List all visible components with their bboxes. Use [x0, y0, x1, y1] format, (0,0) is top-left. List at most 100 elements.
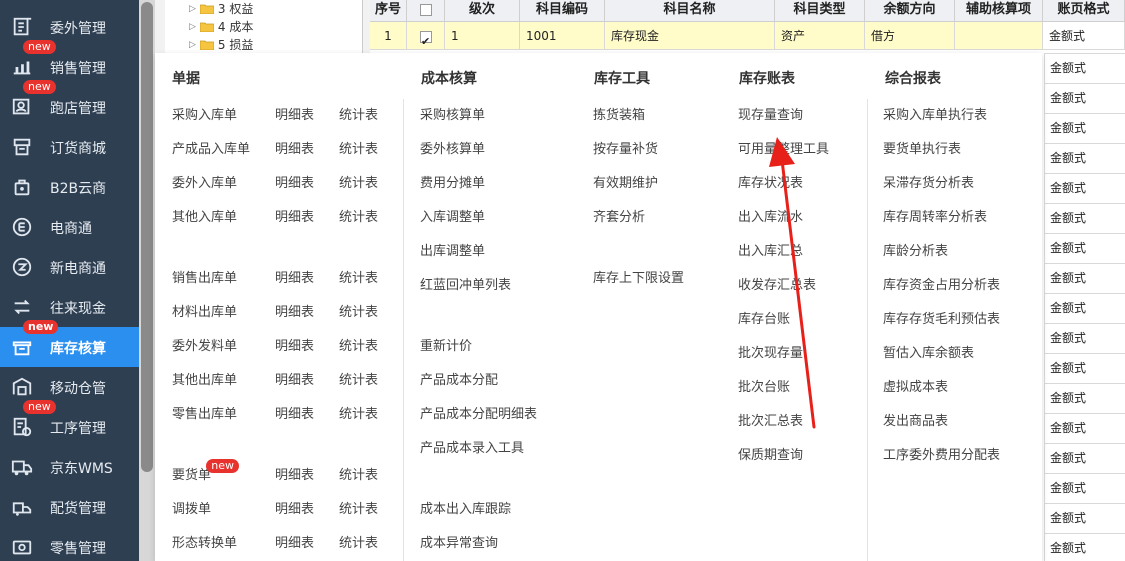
menu-link-ledger[interactable]: 现存量查询 — [738, 108, 803, 124]
menu-link-document[interactable]: 销售出库单 — [172, 271, 237, 287]
format-cell[interactable]: 金额式 — [1044, 533, 1125, 561]
menu-link-document[interactable]: 零售出库单 — [172, 407, 237, 423]
menu-link-cost[interactable]: 委外核算单 — [420, 142, 485, 158]
format-cell[interactable]: 金额式 — [1044, 323, 1125, 353]
menu-link-detail[interactable]: 明细表 — [275, 271, 314, 287]
format-cell[interactable]: 金额式 — [1044, 203, 1125, 233]
format-cell[interactable]: 金额式 — [1044, 473, 1125, 503]
menu-link-document[interactable]: 其他入库单 — [172, 210, 237, 226]
grid-column-header[interactable]: 科目编码 — [520, 0, 605, 22]
menu-link-document[interactable]: 调拨单 — [172, 502, 211, 518]
format-cell[interactable]: 金额式 — [1044, 263, 1125, 293]
menu-link-tool[interactable]: 齐套分析 — [593, 210, 645, 226]
tree-node[interactable]: ▷ 5 损益 — [189, 36, 253, 53]
scrollbar-thumb[interactable] — [141, 2, 153, 472]
menu-link-detail[interactable]: 明细表 — [275, 407, 314, 423]
row-checkbox[interactable] — [420, 28, 432, 56]
sidebar-item[interactable]: 京东WMS — [0, 447, 139, 487]
sidebar-item[interactable]: 新电商通 — [0, 247, 139, 287]
menu-link-tool[interactable]: 拣货装箱 — [593, 108, 645, 124]
menu-link-document[interactable]: 其他出库单 — [172, 373, 237, 389]
menu-link-ledger[interactable]: 批次汇总表 — [738, 414, 803, 430]
menu-link-detail[interactable]: 明细表 — [275, 502, 314, 518]
menu-link-cost[interactable]: 产品成本分配明细表 — [420, 407, 537, 423]
menu-link-statistics[interactable]: 统计表 — [339, 536, 378, 552]
menu-link-detail[interactable]: 明细表 — [275, 339, 314, 355]
menu-link-document[interactable]: 采购入库单 — [172, 108, 237, 124]
format-cell[interactable]: 金额式 — [1044, 143, 1125, 173]
grid-column-header[interactable]: 序号 — [370, 0, 407, 22]
menu-link-cost[interactable]: 产品成本录入工具 — [420, 441, 524, 457]
grid-cell[interactable]: 1 — [370, 22, 407, 50]
menu-link-cost[interactable]: 成本异常查询 — [420, 536, 498, 552]
menu-link-detail[interactable]: 明细表 — [275, 373, 314, 389]
sidebar-item[interactable]: B2B云商 — [0, 167, 139, 207]
grid-column-header[interactable]: 辅助核算项 — [955, 0, 1043, 22]
format-cell[interactable]: 金额式 — [1044, 353, 1125, 383]
menu-link-statistics[interactable]: 统计表 — [339, 373, 378, 389]
menu-link-report[interactable]: 采购入库单执行表 — [883, 108, 987, 124]
format-cell[interactable]: 金额式 — [1044, 173, 1125, 203]
sidebar-item[interactable]: 库存核算 new — [0, 320, 139, 367]
menu-link-report[interactable]: 呆滞存货分析表 — [883, 176, 974, 192]
format-cell[interactable]: 金额式 — [1044, 293, 1125, 323]
menu-link-statistics[interactable]: 统计表 — [339, 502, 378, 518]
sidebar-item[interactable]: 跑店管理 new — [0, 80, 139, 127]
menu-link-statistics[interactable]: 统计表 — [339, 271, 378, 287]
menu-link-cost[interactable]: 红蓝回冲单列表 — [420, 278, 511, 294]
menu-link-ledger[interactable]: 库存台账 — [738, 312, 790, 328]
sidebar-item[interactable]: 销售管理 new — [0, 40, 139, 87]
grid-column-header[interactable]: 账页格式 — [1043, 0, 1125, 22]
menu-link-report[interactable]: 库存存货毛利预估表 — [883, 312, 1000, 328]
menu-link-cost[interactable]: 费用分摊单 — [420, 176, 485, 192]
grid-cell[interactable] — [407, 22, 445, 56]
menu-link-report[interactable]: 虚拟成本表 — [883, 380, 948, 396]
menu-link-report[interactable]: 库龄分析表 — [883, 244, 948, 260]
menu-link-tool[interactable]: 库存上下限设置 — [593, 271, 684, 287]
grid-column-header[interactable]: 余额方向 — [865, 0, 955, 22]
menu-link-detail[interactable]: 明细表 — [275, 536, 314, 552]
sidebar-item[interactable]: 配货管理 — [0, 487, 139, 527]
grid-column-header[interactable]: 科目类型 — [775, 0, 865, 22]
format-cell[interactable]: 金额式 — [1044, 233, 1125, 263]
sidebar-item[interactable]: 往来现金 — [0, 287, 139, 327]
grid-cell[interactable]: 库存现金 — [605, 22, 775, 50]
grid-cell[interactable]: 借方 — [865, 22, 955, 50]
select-all-checkbox[interactable] — [419, 3, 432, 16]
menu-link-ledger[interactable]: 批次现存量 — [738, 346, 803, 362]
format-cell[interactable]: 金额式 — [1044, 443, 1125, 473]
menu-link-report[interactable]: 工序委外费用分配表 — [883, 448, 1000, 464]
menu-link-ledger[interactable]: 保质期查询 — [738, 448, 803, 464]
menu-link-ledger[interactable]: 出入库流水 — [738, 210, 803, 226]
menu-link-detail[interactable]: 明细表 — [275, 108, 314, 124]
menu-link-ledger[interactable]: 出入库汇总 — [738, 244, 803, 260]
format-cell[interactable]: 金额式 — [1044, 413, 1125, 443]
menu-link-cost[interactable]: 成本出入库跟踪 — [420, 502, 511, 518]
menu-link-report[interactable]: 暂估入库余额表 — [883, 346, 974, 362]
menu-link-report[interactable]: 发出商品表 — [883, 414, 948, 430]
menu-link-document[interactable]: 形态转换单 — [172, 536, 237, 552]
menu-link-statistics[interactable]: 统计表 — [339, 210, 378, 226]
menu-link-document[interactable]: 产成品入库单 — [172, 142, 250, 158]
format-cell[interactable]: 金额式 — [1044, 503, 1125, 533]
tree-node[interactable]: ▷ 4 成本 — [189, 18, 253, 35]
menu-link-report[interactable]: 要货单执行表 — [883, 142, 961, 158]
grid-column-header[interactable] — [407, 0, 445, 22]
menu-link-statistics[interactable]: 统计表 — [339, 407, 378, 423]
format-cell[interactable]: 金额式 — [1044, 83, 1125, 113]
sidebar-item[interactable]: 电商通 — [0, 207, 139, 247]
grid-cell[interactable]: 1001 — [520, 22, 605, 50]
menu-link-cost[interactable]: 入库调整单 — [420, 210, 485, 226]
menu-link-cost[interactable]: 产品成本分配 — [420, 373, 498, 389]
menu-link-cost[interactable]: 采购核算单 — [420, 108, 485, 124]
menu-link-detail[interactable]: 明细表 — [275, 142, 314, 158]
menu-link-ledger[interactable]: 批次台账 — [738, 380, 790, 396]
sidebar-item[interactable]: 移动仓管 — [0, 367, 139, 407]
menu-link-ledger[interactable]: 可用量整理工具 — [738, 142, 829, 158]
sidebar-item[interactable]: 零售管理 — [0, 527, 139, 561]
menu-link-report[interactable]: 库存资金占用分析表 — [883, 278, 1000, 294]
menu-link-detail[interactable]: 明细表 — [275, 176, 314, 192]
menu-link-tool[interactable]: 按存量补货 — [593, 142, 658, 158]
sidebar-item[interactable]: 委外管理 — [0, 7, 139, 47]
grid-cell[interactable]: 1 — [445, 22, 520, 50]
